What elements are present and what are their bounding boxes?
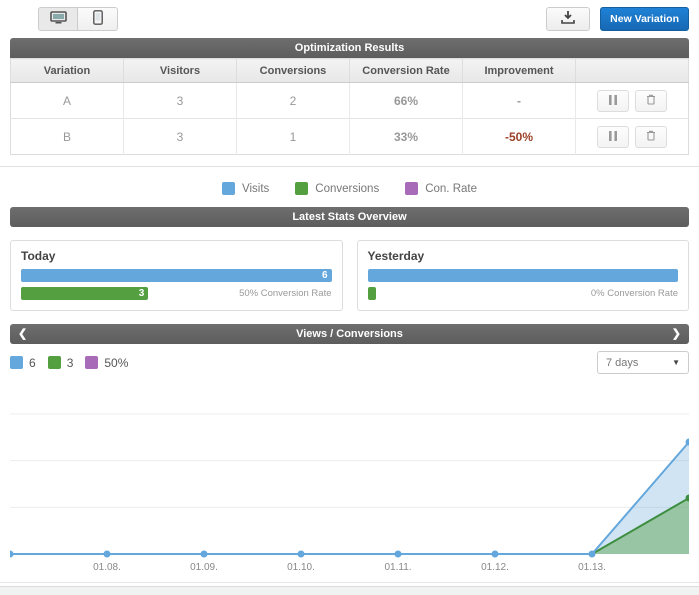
legend-item-conversions: Conversions xyxy=(295,182,379,195)
conversions-count: 3 xyxy=(67,356,74,370)
mini-legend-visits: 6 xyxy=(10,356,36,370)
mobile-view-button[interactable] xyxy=(78,7,118,31)
conversion-rate-value: 66% xyxy=(350,83,463,119)
stats-panels: Today 6 3 50% Conversion Rate Yesterday … xyxy=(10,240,689,311)
delete-button[interactable] xyxy=(635,90,667,112)
svg-text:01.09.: 01.09. xyxy=(190,562,218,573)
col-conversions: Conversions xyxy=(237,59,350,83)
conversions-swatch xyxy=(48,356,61,369)
mobile-icon xyxy=(93,10,103,28)
yesterday-panel: Yesterday 0% Conversion Rate xyxy=(357,240,690,311)
col-variation: Variation xyxy=(11,59,124,83)
pause-button[interactable] xyxy=(597,90,629,112)
new-variation-button[interactable]: New Variation xyxy=(600,7,689,31)
yesterday-conversion-rate-text: 0% Conversion Rate xyxy=(591,288,678,299)
legend-label: Conversions xyxy=(315,183,379,195)
col-improvement: Improvement xyxy=(463,59,576,83)
col-visitors: Visitors xyxy=(124,59,237,83)
rate-swatch xyxy=(85,356,98,369)
table-row-variation-a: A 3 2 66% - xyxy=(11,83,689,119)
chart-legend: Visits Conversions Con. Rate xyxy=(0,167,699,207)
delete-button[interactable] xyxy=(635,126,667,148)
conversions-legend-swatch xyxy=(295,182,308,195)
svg-text:01.08.: 01.08. xyxy=(93,562,121,573)
toolbar-actions: New Variation xyxy=(546,7,689,31)
visitors-value: 3 xyxy=(124,83,237,119)
panel-title: Today xyxy=(21,249,332,263)
optimization-results-section: Optimization Results Variation Visitors … xyxy=(10,38,689,155)
svg-text:01.13.: 01.13. xyxy=(578,562,606,573)
legend-label: Visits xyxy=(242,183,269,195)
results-table: Variation Visitors Conversions Conversio… xyxy=(10,58,689,155)
legend-item-con-rate: Con. Rate xyxy=(405,182,477,195)
pause-button[interactable] xyxy=(597,126,629,148)
row-actions-cell xyxy=(576,83,689,119)
conversions-value: 2 xyxy=(237,83,350,119)
variation-name: B xyxy=(11,119,124,155)
line-chart-svg[interactable]: 01.08. 01.09. 01.10. 01.11. 01.12. 01.13. xyxy=(10,402,689,580)
desktop-icon xyxy=(50,11,67,28)
conversions-value: 1 xyxy=(237,119,350,155)
yesterday-visits-bar xyxy=(368,269,679,282)
today-visits-bar: 6 xyxy=(21,269,332,282)
download-icon xyxy=(561,11,575,27)
col-actions xyxy=(576,59,689,83)
today-conversion-rate-text: 50% Conversion Rate xyxy=(239,288,331,299)
conversion-rate-value: 33% xyxy=(350,119,463,155)
row-actions-cell xyxy=(576,119,689,155)
con-rate-legend-swatch xyxy=(405,182,418,195)
today-conversions-bar: 3 xyxy=(21,287,148,300)
footer-strip xyxy=(0,586,699,595)
chevron-down-icon: ▼ xyxy=(672,358,680,367)
visits-swatch xyxy=(10,356,23,369)
col-conversion-rate: Conversion Rate xyxy=(350,59,463,83)
mini-legend-rate: 50% xyxy=(85,356,128,370)
top-toolbar: New Variation xyxy=(0,0,699,34)
prev-period-arrow[interactable]: ❮ xyxy=(18,324,27,344)
trash-icon xyxy=(646,130,656,144)
improvement-value: - xyxy=(463,83,576,119)
pause-icon xyxy=(609,130,617,144)
views-conversions-chart: 01.08. 01.09. 01.10. 01.11. 01.12. 01.13. xyxy=(10,402,689,580)
variation-name: A xyxy=(11,83,124,119)
chart-mini-legend: 6 3 50% xyxy=(10,356,128,370)
svg-text:01.11.: 01.11. xyxy=(384,562,411,573)
range-selected-value: 7 days xyxy=(606,357,638,369)
chart-bottom-divider xyxy=(0,582,699,583)
today-panel: Today 6 3 50% Conversion Rate xyxy=(10,240,343,311)
visitors-value: 3 xyxy=(124,119,237,155)
latest-stats-header: Latest Stats Overview xyxy=(10,207,689,227)
panel-title: Yesterday xyxy=(368,249,679,263)
views-conversions-title: Views / Conversions xyxy=(296,328,403,340)
optimization-results-title: Optimization Results xyxy=(10,38,689,58)
views-conversions-header: ❮ Views / Conversions ❯ xyxy=(10,324,689,344)
visits-legend-swatch xyxy=(222,182,235,195)
rate-value: 50% xyxy=(104,356,128,370)
yesterday-conversions-bar xyxy=(368,287,376,300)
date-range-select[interactable]: 7 days ▼ xyxy=(597,351,689,374)
visits-count: 6 xyxy=(29,356,36,370)
download-button[interactable] xyxy=(546,7,590,31)
trash-icon xyxy=(646,94,656,108)
device-toggle-group xyxy=(38,7,118,31)
table-row-variation-b: B 3 1 33% -50% xyxy=(11,119,689,155)
legend-label: Con. Rate xyxy=(425,183,477,195)
next-period-arrow[interactable]: ❯ xyxy=(672,324,681,344)
legend-item-visits: Visits xyxy=(222,182,269,195)
results-header-row: Variation Visitors Conversions Conversio… xyxy=(11,59,689,83)
desktop-view-button[interactable] xyxy=(38,7,78,31)
dashboard-page: New Variation Optimization Results Varia… xyxy=(0,0,699,595)
chart-controls: 6 3 50% 7 days ▼ xyxy=(10,351,689,374)
pause-icon xyxy=(609,94,617,108)
mini-legend-conversions: 3 xyxy=(48,356,74,370)
svg-text:01.12.: 01.12. xyxy=(481,562,509,573)
improvement-value: -50% xyxy=(463,119,576,155)
svg-text:01.10.: 01.10. xyxy=(287,562,315,573)
